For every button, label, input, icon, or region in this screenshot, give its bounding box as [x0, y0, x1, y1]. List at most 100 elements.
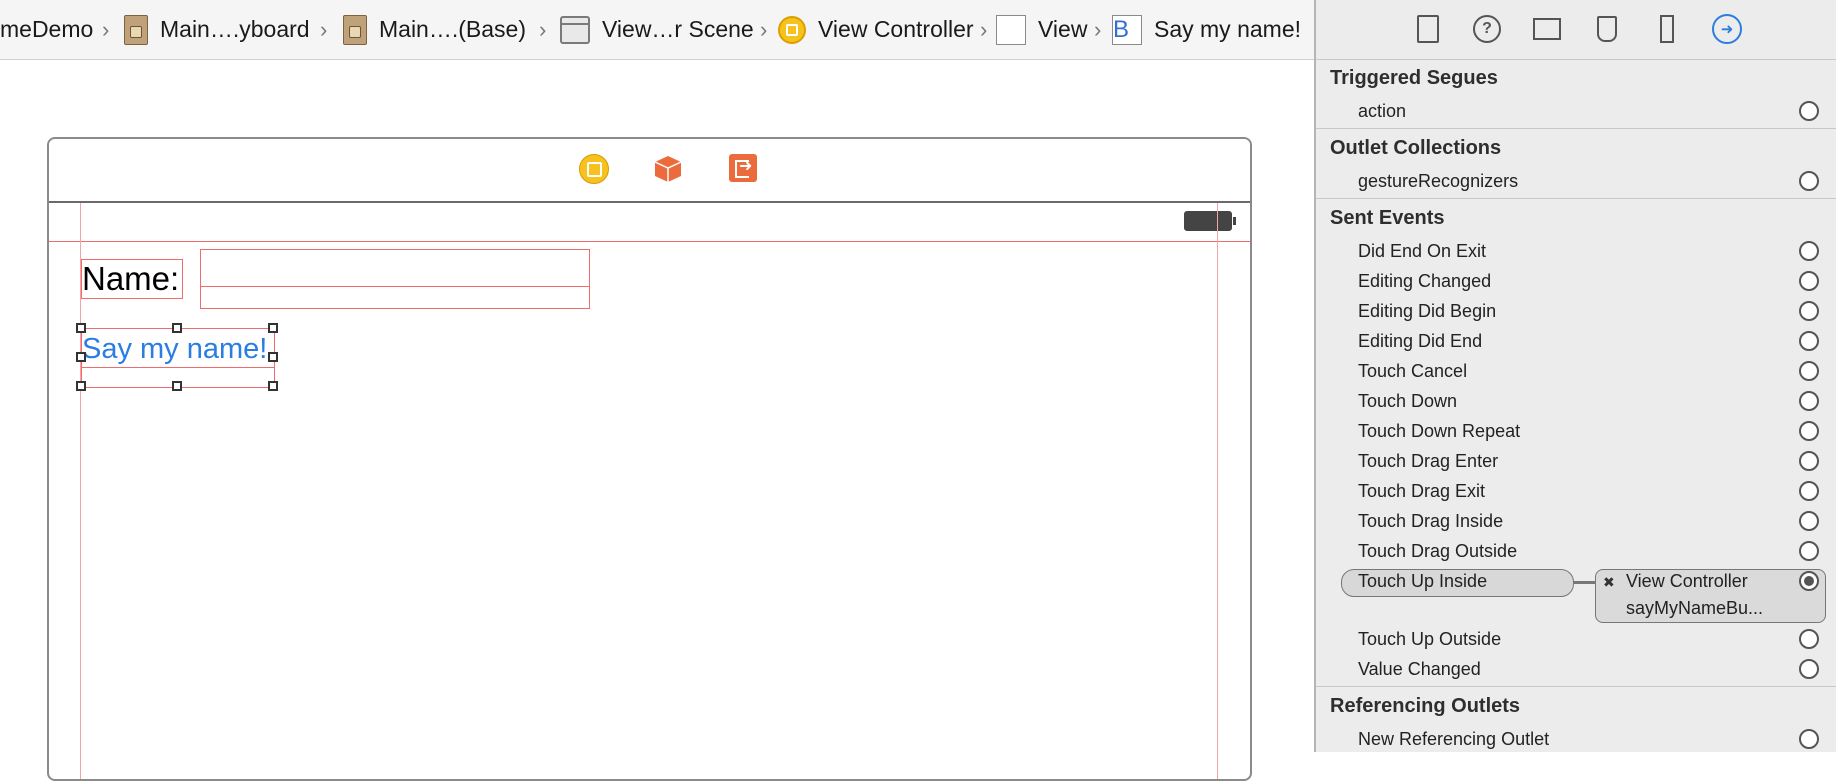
- storyboard-file-icon: [124, 14, 148, 45]
- connection-line: [1573, 581, 1595, 584]
- breadcrumb-separator-icon: ›: [539, 17, 547, 42]
- size-inspector-icon[interactable]: [1652, 14, 1682, 44]
- name-label[interactable]: Name:: [81, 259, 183, 299]
- event-touch-drag-inside: Touch Drag Inside: [1358, 511, 1504, 531]
- battery-icon: [1184, 211, 1236, 231]
- breadcrumb-separator-icon: ›: [320, 17, 328, 42]
- new-referencing-outlet-label: New Referencing Outlet: [1358, 729, 1550, 749]
- breadcrumb-view-label: View: [1038, 16, 1088, 42]
- segue-action-label: action: [1358, 101, 1407, 121]
- name-text-field[interactable]: [200, 249, 590, 309]
- breadcrumb-button[interactable]: B Say my name!: [1112, 0, 1301, 59]
- inspector-tabs: [1316, 0, 1836, 60]
- event-touch-down-repeat: Touch Down Repeat: [1358, 421, 1521, 441]
- event-touch-drag-exit: Touch Drag Exit: [1358, 481, 1486, 501]
- resize-handle[interactable]: [268, 381, 278, 391]
- connection-circle-icon[interactable]: [1799, 511, 1819, 531]
- breadcrumb-separator-icon: ›: [760, 17, 768, 42]
- file-inspector-icon[interactable]: [1413, 14, 1443, 44]
- quick-help-icon[interactable]: [1472, 14, 1502, 44]
- scene-dock: [49, 139, 1250, 203]
- breadcrumb-scene[interactable]: View…r Scene: [560, 0, 754, 59]
- attributes-inspector-icon[interactable]: [1592, 14, 1622, 44]
- say-my-name-button[interactable]: Say my name!: [81, 328, 275, 388]
- breadcrumb-view-controller-label: View Controller: [818, 16, 974, 42]
- connection-circle-icon[interactable]: [1799, 729, 1819, 749]
- button-baseline: [82, 367, 274, 368]
- connection-circle-icon[interactable]: [1799, 421, 1819, 441]
- connection-circle-icon[interactable]: [1799, 541, 1819, 561]
- identity-inspector-icon[interactable]: [1532, 14, 1562, 44]
- breadcrumb-view[interactable]: View: [996, 0, 1087, 59]
- breadcrumb-separator-icon: ›: [980, 17, 988, 42]
- breadcrumb-project[interactable]: meDemo: [0, 0, 93, 59]
- breadcrumb-separator-icon: ›: [102, 17, 110, 42]
- connection-circle-icon[interactable]: [1799, 101, 1819, 121]
- event-touch-down: Touch Down: [1358, 391, 1458, 411]
- section-outlet-collections: Outlet Collections: [1330, 137, 1502, 159]
- exit-icon[interactable]: [729, 154, 757, 182]
- resize-handle[interactable]: [172, 323, 182, 333]
- breadcrumb-view-controller[interactable]: View Controller: [778, 0, 974, 59]
- breadcrumb-storyboard-label: Main….yboard: [160, 16, 310, 42]
- resize-handle[interactable]: [76, 352, 86, 362]
- connections-inspector-icon[interactable]: [1712, 14, 1742, 44]
- event-touch-drag-enter: Touch Drag Enter: [1358, 451, 1499, 471]
- storyboard-base-file-icon: [343, 14, 367, 45]
- connection-circle-icon[interactable]: [1799, 171, 1819, 191]
- connection-circle-icon[interactable]: [1799, 629, 1819, 649]
- connection-circle-icon[interactable]: [1799, 361, 1819, 381]
- breadcrumb-separator-icon: ›: [1094, 17, 1102, 42]
- connection-circle-icon[interactable]: [1799, 271, 1819, 291]
- connection-circle-icon[interactable]: [1799, 391, 1819, 411]
- resize-handle[interactable]: [76, 323, 86, 333]
- jump-bar: meDemo › Main….yboard › Main….(Base) › V…: [0, 0, 1314, 60]
- connection-target-label: View Controller: [1626, 571, 1748, 591]
- view-controller-icon: [778, 15, 806, 44]
- scene-icon: [560, 15, 590, 44]
- section-divider: [1316, 128, 1836, 129]
- event-touch-drag-outside: Touch Drag Outside: [1358, 541, 1518, 561]
- connection-circle-icon[interactable]: [1799, 659, 1819, 679]
- breadcrumb-project-label: meDemo: [0, 16, 94, 42]
- button-icon: B: [1112, 14, 1142, 45]
- resize-handle[interactable]: [172, 381, 182, 391]
- remove-connection-icon[interactable]: ✖: [1603, 574, 1615, 591]
- first-responder-icon[interactable]: [653, 154, 683, 184]
- outlet-gesture-recognizers-label: gestureRecognizers: [1358, 171, 1519, 191]
- breadcrumb-base-label: Main….(Base): [379, 16, 526, 42]
- event-editing-did-begin: Editing Did Begin: [1358, 301, 1497, 321]
- event-touch-up-outside: Touch Up Outside: [1358, 629, 1502, 649]
- event-did-end-on-exit: Did End On Exit: [1358, 241, 1487, 261]
- connection-circle-icon[interactable]: [1799, 481, 1819, 501]
- resize-handle[interactable]: [268, 352, 278, 362]
- section-referencing-outlets: Referencing Outlets: [1330, 695, 1521, 717]
- connection-circle-icon[interactable]: [1799, 301, 1819, 321]
- view-controller-scene[interactable]: Name: Say my name!: [47, 137, 1252, 781]
- connection-circle-icon[interactable]: [1799, 241, 1819, 261]
- breadcrumb-button-label: Say my name!: [1154, 16, 1301, 42]
- status-bar: [49, 203, 1250, 242]
- text-field-baseline: [201, 286, 589, 287]
- event-touch-up-inside: Touch Up Inside: [1358, 571, 1488, 591]
- section-triggered-segues: Triggered Segues: [1330, 67, 1498, 89]
- storyboard-canvas[interactable]: Name: Say my name!: [0, 60, 1314, 781]
- event-touch-cancel: Touch Cancel: [1358, 361, 1468, 381]
- event-editing-did-end: Editing Did End: [1358, 331, 1483, 351]
- connection-circle-icon[interactable]: [1799, 331, 1819, 351]
- connection-circle-icon[interactable]: [1799, 451, 1819, 471]
- say-my-name-button-label: Say my name!: [82, 333, 268, 365]
- breadcrumb-base[interactable]: Main….(Base): [343, 0, 526, 59]
- view-icon: [996, 14, 1026, 45]
- breadcrumb-storyboard[interactable]: Main….yboard: [124, 0, 310, 59]
- layout-guide-right: [1217, 203, 1218, 779]
- breadcrumb-scene-label: View…r Scene: [602, 16, 754, 42]
- view-controller-icon[interactable]: [579, 154, 609, 184]
- resize-handle[interactable]: [76, 381, 86, 391]
- section-divider: [1316, 686, 1836, 687]
- section-sent-events: Sent Events: [1330, 207, 1445, 229]
- connected-circle-icon[interactable]: [1799, 571, 1819, 591]
- section-divider: [1316, 198, 1836, 199]
- connections-inspector: Triggered Segues action Outlet Collectio…: [1314, 0, 1836, 752]
- resize-handle[interactable]: [268, 323, 278, 333]
